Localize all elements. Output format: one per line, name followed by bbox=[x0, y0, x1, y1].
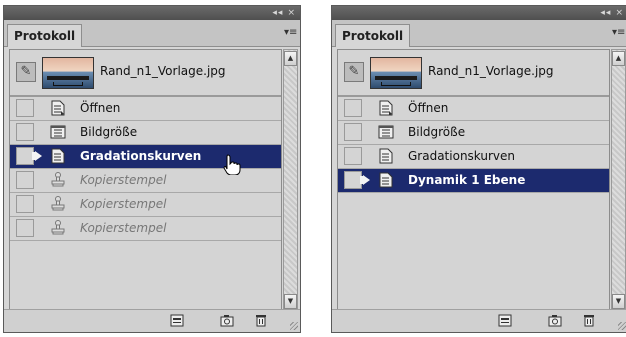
history-step[interactable]: Gradationskurven bbox=[338, 145, 609, 169]
clone-stamp-icon bbox=[51, 196, 65, 211]
history-step-disabled[interactable]: Kopierstempel bbox=[10, 169, 281, 193]
open-document-icon bbox=[379, 100, 393, 116]
panel-titlebar[interactable]: ◂◂ × bbox=[4, 6, 300, 20]
history-step[interactable]: Bildgröße bbox=[10, 121, 281, 145]
scroll-down-icon[interactable]: ▼ bbox=[284, 294, 297, 309]
history-step-label: Gradationskurven bbox=[80, 149, 202, 163]
vertical-scrollbar[interactable]: ▲ ▼ bbox=[283, 49, 298, 311]
history-step-label: Bildgröße bbox=[80, 125, 138, 139]
trash-icon[interactable] bbox=[254, 314, 268, 327]
history-source-box[interactable] bbox=[344, 123, 362, 141]
resize-grip-icon[interactable] bbox=[290, 322, 298, 330]
history-state-marker-icon bbox=[360, 175, 370, 185]
history-step-label: Kopierstempel bbox=[80, 197, 167, 211]
history-source-box[interactable] bbox=[16, 219, 34, 237]
snapshot-row[interactable]: ✎ Rand_n1_Vorlage.jpg bbox=[338, 50, 609, 97]
tab-row: Protokoll ▾≡ bbox=[332, 20, 626, 47]
curves-document-icon bbox=[51, 148, 65, 164]
curves-document-icon bbox=[379, 148, 393, 164]
new-snapshot-icon[interactable] bbox=[548, 314, 562, 327]
panel-menu-icon[interactable]: ▾≡ bbox=[284, 27, 297, 39]
collapse-icon[interactable]: ◂◂ bbox=[272, 6, 283, 20]
panel-menu-icon[interactable]: ▾≡ bbox=[612, 27, 625, 39]
history-source-box[interactable] bbox=[16, 99, 34, 117]
snapshot-thumbnail bbox=[42, 57, 94, 89]
scroll-up-icon[interactable]: ▲ bbox=[284, 51, 297, 66]
history-source-box[interactable] bbox=[16, 195, 34, 213]
new-document-from-state-icon[interactable] bbox=[170, 314, 184, 327]
tab-row: Protokoll ▾≡ bbox=[4, 20, 300, 47]
history-source-box[interactable] bbox=[344, 99, 362, 117]
tab-protokoll[interactable]: Protokoll bbox=[335, 24, 411, 47]
history-step[interactable]: Öffnen bbox=[338, 97, 609, 121]
panel-footer bbox=[4, 309, 300, 332]
tab-protokoll[interactable]: Protokoll bbox=[7, 24, 83, 47]
clone-stamp-icon bbox=[51, 220, 65, 235]
vertical-scrollbar[interactable]: ▲ ▼ bbox=[611, 49, 626, 311]
history-list: ✎ Rand_n1_Vorlage.jpg Öffnen Bildgröße G… bbox=[337, 49, 610, 311]
history-step-label: Kopierstempel bbox=[80, 221, 167, 235]
history-panel-left: ◂◂ × Protokoll ▾≡ ✎ Rand_n1_Vorlage.jpg Ö… bbox=[3, 5, 301, 333]
history-source-box[interactable] bbox=[16, 171, 34, 189]
snapshot-label: Rand_n1_Vorlage.jpg bbox=[100, 64, 226, 78]
image-size-icon bbox=[50, 125, 66, 139]
close-icon[interactable]: × bbox=[287, 6, 296, 20]
new-snapshot-icon[interactable] bbox=[220, 314, 234, 327]
history-step-label: Dynamik 1 Ebene bbox=[408, 173, 526, 187]
history-step-disabled[interactable]: Kopierstempel bbox=[10, 217, 281, 241]
new-document-from-state-icon[interactable] bbox=[498, 314, 512, 327]
history-step-disabled[interactable]: Kopierstempel bbox=[10, 193, 281, 217]
history-source-box[interactable] bbox=[344, 147, 362, 165]
history-step-label: Bildgröße bbox=[408, 125, 466, 139]
scroll-up-icon[interactable]: ▲ bbox=[612, 51, 625, 66]
panel-titlebar[interactable]: ◂◂ × bbox=[332, 6, 626, 20]
history-panel-right: ◂◂ × Protokoll ▾≡ ✎ Rand_n1_Vorlage.jpg Ö… bbox=[331, 5, 626, 333]
history-step-selected[interactable]: Dynamik 1 Ebene bbox=[338, 169, 609, 193]
history-list: ✎ Rand_n1_Vorlage.jpg Öffnen Bildgröße G… bbox=[9, 49, 282, 311]
history-step[interactable]: Bildgröße bbox=[338, 121, 609, 145]
open-document-icon bbox=[51, 100, 65, 116]
document-icon bbox=[379, 172, 393, 188]
snapshot-thumbnail bbox=[370, 57, 422, 89]
history-state-marker-icon bbox=[32, 151, 42, 161]
history-brush-icon[interactable]: ✎ bbox=[16, 62, 36, 82]
history-step-label: Öffnen bbox=[408, 101, 449, 115]
scroll-down-icon[interactable]: ▼ bbox=[612, 294, 625, 309]
history-step-selected[interactable]: Gradationskurven bbox=[10, 145, 281, 175]
history-step-label: Gradationskurven bbox=[408, 149, 516, 163]
history-brush-icon[interactable]: ✎ bbox=[344, 62, 364, 82]
panel-footer bbox=[332, 309, 626, 332]
collapse-icon[interactable]: ◂◂ bbox=[600, 6, 611, 20]
clone-stamp-icon bbox=[51, 172, 65, 187]
resize-grip-icon[interactable] bbox=[618, 322, 626, 330]
history-step-label: Öffnen bbox=[80, 101, 121, 115]
history-source-box[interactable] bbox=[16, 123, 34, 141]
history-step-label: Kopierstempel bbox=[80, 173, 167, 187]
image-size-icon bbox=[378, 125, 394, 139]
trash-icon[interactable] bbox=[582, 314, 596, 327]
snapshot-label: Rand_n1_Vorlage.jpg bbox=[428, 64, 554, 78]
history-step[interactable]: Öffnen bbox=[10, 97, 281, 121]
snapshot-row[interactable]: ✎ Rand_n1_Vorlage.jpg bbox=[10, 50, 281, 97]
close-icon[interactable]: × bbox=[615, 6, 624, 20]
